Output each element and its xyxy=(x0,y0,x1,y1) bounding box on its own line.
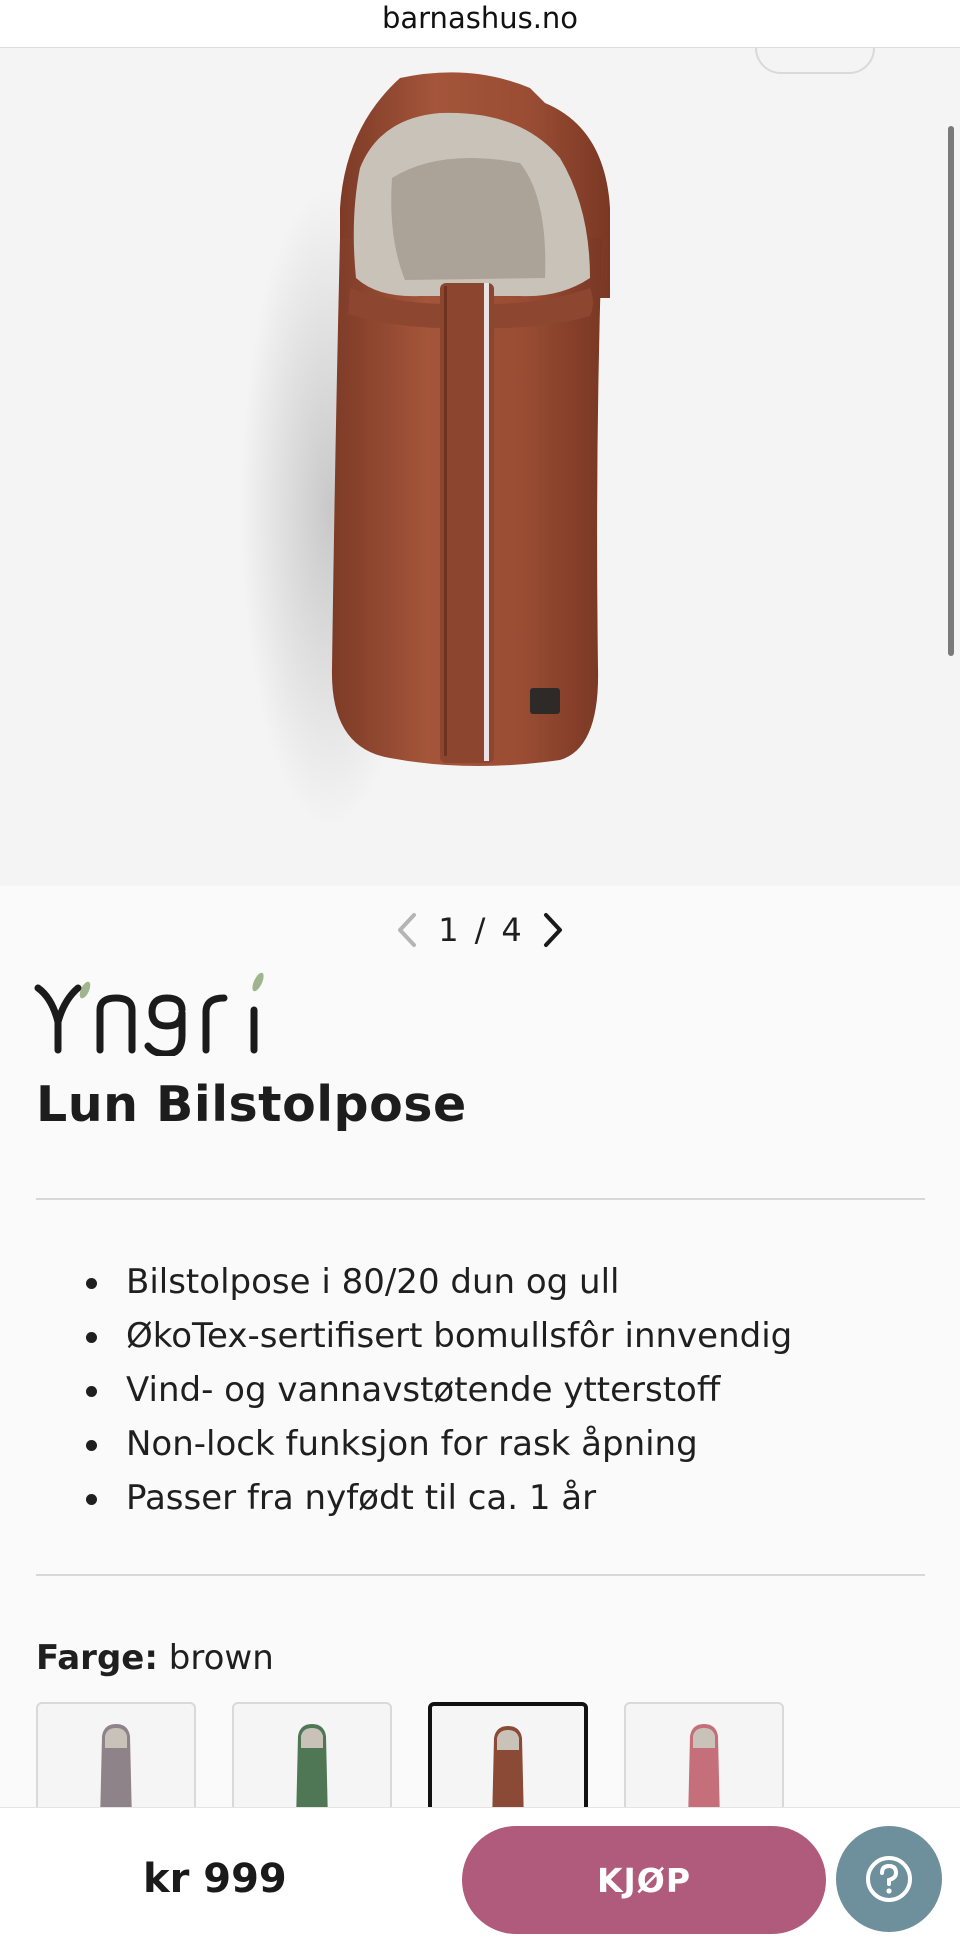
feature-item: ØkoTex-sertifisert bomullsfôr innvendig xyxy=(86,1309,792,1363)
address-bar[interactable]: barnashus.no xyxy=(0,0,960,48)
gallery-scrollbar[interactable] xyxy=(948,126,954,656)
gallery-overlay-button[interactable] xyxy=(755,48,875,74)
chevron-right-icon xyxy=(543,913,562,947)
feature-item: Vind- og vannavstøtende ytterstoff xyxy=(86,1363,792,1417)
pager-current: 1 xyxy=(438,911,459,949)
product-image-gallery[interactable] xyxy=(0,48,960,886)
feature-item: Passer fra nyfødt til ca. 1 år xyxy=(86,1471,792,1525)
color-swatch[interactable] xyxy=(232,1702,392,1822)
feature-list: Bilstolpose i 80/20 dun og ull ØkoTex-se… xyxy=(86,1255,792,1525)
color-label-value: brown xyxy=(168,1638,274,1678)
divider xyxy=(36,1574,925,1576)
chevron-left-icon xyxy=(398,913,417,947)
color-swatch[interactable] xyxy=(428,1702,588,1822)
color-label: Farge: brown xyxy=(36,1638,274,1678)
brand-logo xyxy=(34,972,264,1056)
next-image-button[interactable] xyxy=(538,910,568,950)
previous-image-button[interactable] xyxy=(392,910,422,950)
product-image xyxy=(240,72,610,828)
product-price: kr 999 xyxy=(143,1856,287,1902)
feature-item: Bilstolpose i 80/20 dun og ull xyxy=(86,1255,792,1309)
pager-separator: / xyxy=(474,911,486,949)
color-swatch[interactable] xyxy=(624,1702,784,1822)
pager-total: 4 xyxy=(501,911,522,949)
color-swatch[interactable] xyxy=(36,1702,196,1822)
gallery-pager: 1 / 4 xyxy=(0,908,960,952)
color-label-key: Farge: xyxy=(36,1638,158,1678)
product-title: Lun Bilstolpose xyxy=(36,1076,467,1133)
question-icon xyxy=(866,1856,912,1902)
buy-button[interactable]: KJØP xyxy=(462,1826,826,1934)
feature-item: Non-lock funksjon for rask åpning xyxy=(86,1417,792,1471)
url-text: barnashus.no xyxy=(381,1,579,35)
divider xyxy=(36,1198,925,1200)
help-button[interactable] xyxy=(836,1826,942,1932)
